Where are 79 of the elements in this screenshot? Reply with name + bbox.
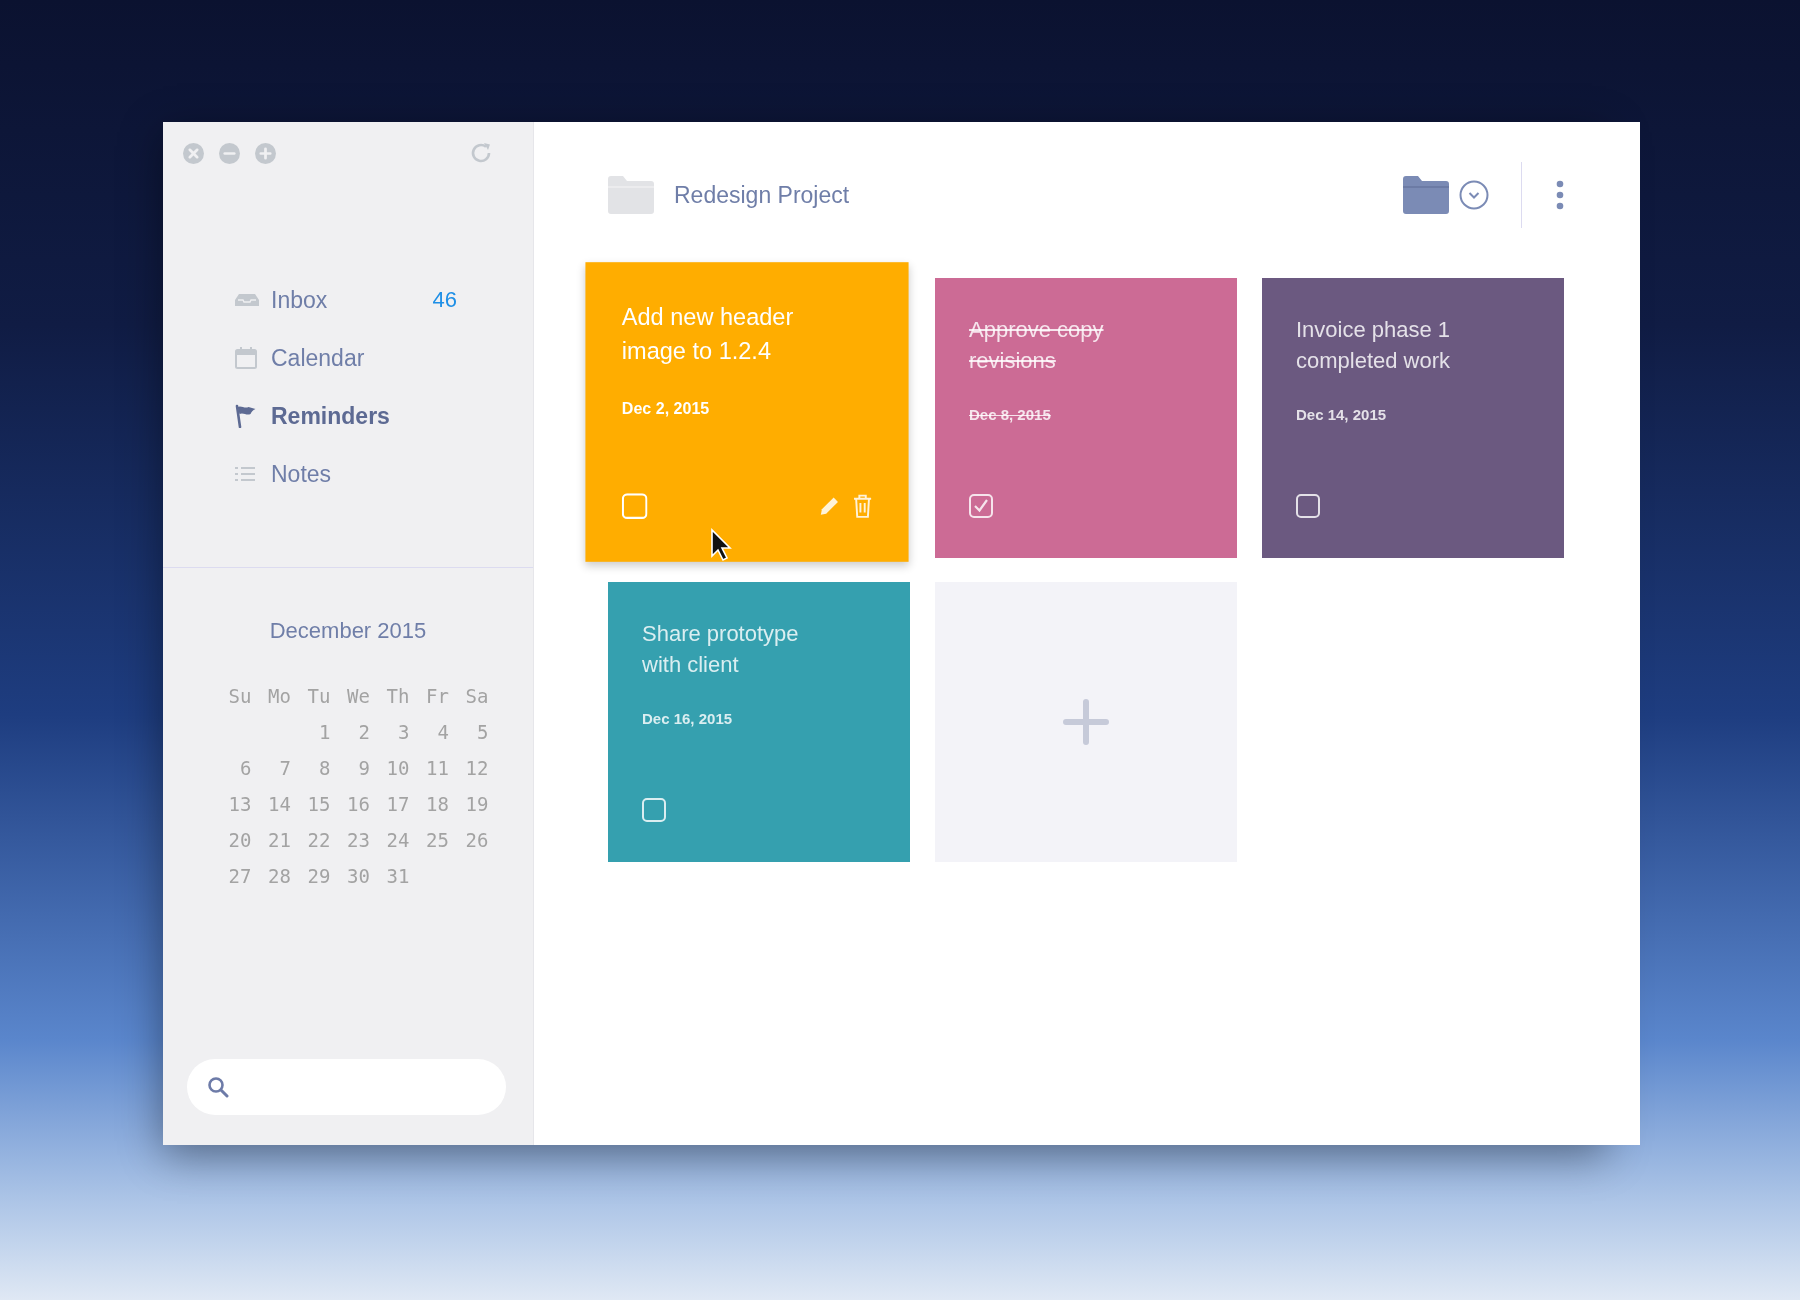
folder-icon[interactable]: [1403, 176, 1449, 214]
sidebar-item[interactable]: Calendar: [235, 339, 457, 377]
weekday-label: Tu: [306, 684, 331, 709]
search-field[interactable]: [187, 1059, 506, 1115]
task-card[interactable]: Add new header image to 1.2.4 Dec 2, 2015: [585, 262, 909, 562]
calendar-icon: [235, 347, 257, 369]
weekday-label: We: [346, 684, 370, 709]
calendar-day[interactable]: 2: [336, 720, 370, 745]
task-card[interactable]: Approve copy revisions Dec 8, 2015: [935, 278, 1237, 558]
calendar-day[interactable]: 5: [454, 720, 489, 745]
task-date: Dec 14, 2015: [1296, 406, 1388, 423]
weekday-label: Mo: [267, 684, 291, 709]
trash-icon[interactable]: [852, 494, 873, 518]
calendar-day[interactable]: 3: [375, 720, 410, 745]
checkbox[interactable]: [621, 493, 648, 519]
calendar-day[interactable]: 26: [454, 828, 489, 853]
calendar-day[interactable]: 4: [415, 720, 449, 745]
calendar-day[interactable]: 9: [336, 756, 370, 781]
calendar-day[interactable]: 8: [296, 756, 331, 781]
more-options-icon[interactable]: [1556, 180, 1564, 210]
project-title[interactable]: Redesign Project: [674, 181, 850, 209]
task-title: Invoice phase 1 completed work: [1296, 316, 1452, 375]
weekday-label: Fr: [425, 684, 449, 709]
calendar-day[interactable]: 20: [217, 828, 252, 853]
add-card-button[interactable]: [935, 582, 1237, 862]
task-date: Dec 2, 2015: [621, 399, 711, 418]
checkbox[interactable]: [1296, 494, 1320, 518]
sidebar-item[interactable]: Inbox 46: [235, 281, 457, 319]
calendar-day[interactable]: 21: [257, 828, 291, 853]
calendar-day[interactable]: 24: [375, 828, 410, 853]
close-icon[interactable]: [183, 142, 204, 164]
calendar-day[interactable]: 17: [375, 792, 410, 817]
calendar-day[interactable]: 23: [336, 828, 370, 853]
calendar-day[interactable]: 6: [217, 756, 252, 781]
calendar-day[interactable]: 15: [296, 792, 331, 817]
maximize-icon[interactable]: [255, 142, 276, 164]
calendar-day[interactable]: 12: [454, 756, 489, 781]
unread-count: 46: [432, 287, 457, 313]
calendar-day[interactable]: 22: [296, 828, 331, 853]
calendar-day[interactable]: 27: [217, 864, 252, 889]
sidebar-item[interactable]: Reminders: [235, 397, 457, 435]
calendar-day[interactable]: 30: [336, 864, 370, 889]
search-icon: [207, 1076, 229, 1098]
calendar-day[interactable]: 16: [336, 792, 370, 817]
calendar-day[interactable]: 7: [257, 756, 291, 781]
calendar-day[interactable]: 13: [217, 792, 252, 817]
calendar-day[interactable]: 25: [415, 828, 449, 853]
flag-icon: [235, 404, 257, 428]
calendar-day[interactable]: 19: [454, 792, 489, 817]
weekday-label: Th: [385, 684, 410, 709]
minimize-icon[interactable]: [219, 142, 240, 164]
list-icon: [235, 466, 255, 482]
plus-icon: [1063, 699, 1109, 745]
task-card[interactable]: Invoice phase 1 completed work Dec 14, 2015: [1262, 278, 1564, 558]
calendar-day[interactable]: 10: [375, 756, 410, 781]
task-date: Dec 16, 2015: [642, 710, 734, 727]
dropdown-icon[interactable]: [1459, 180, 1489, 210]
task-date: Dec 8, 2015: [969, 406, 1052, 423]
calendar-day[interactable]: 11: [415, 756, 449, 781]
edit-icon[interactable]: [818, 495, 841, 517]
checkbox[interactable]: [642, 798, 666, 822]
weekday-label: Su: [227, 684, 252, 709]
mouse-cursor-icon: [710, 528, 732, 562]
task-title: Share prototype with client: [642, 620, 800, 679]
calendar-day[interactable]: 18: [415, 792, 449, 817]
task-title: Approve copy revisions: [969, 316, 1105, 375]
task-card[interactable]: Share prototype with client Dec 16, 2015: [608, 582, 910, 862]
calendar-month-title: December 2015: [269, 618, 427, 644]
task-title: Add new header image to 1.2.4: [621, 302, 795, 366]
checked-checkbox[interactable]: [969, 494, 993, 518]
calendar-day[interactable]: 29: [296, 864, 331, 889]
calendar-day[interactable]: 1: [296, 720, 331, 745]
calendar-day[interactable]: 31: [375, 864, 410, 889]
calendar-day[interactable]: 14: [257, 792, 291, 817]
weekday-label: Sa: [464, 684, 489, 709]
calendar-day[interactable]: 28: [257, 864, 291, 889]
folder-icon: [608, 176, 654, 214]
sidebar-item[interactable]: Notes: [235, 455, 457, 493]
tray-icon: [235, 293, 259, 307]
